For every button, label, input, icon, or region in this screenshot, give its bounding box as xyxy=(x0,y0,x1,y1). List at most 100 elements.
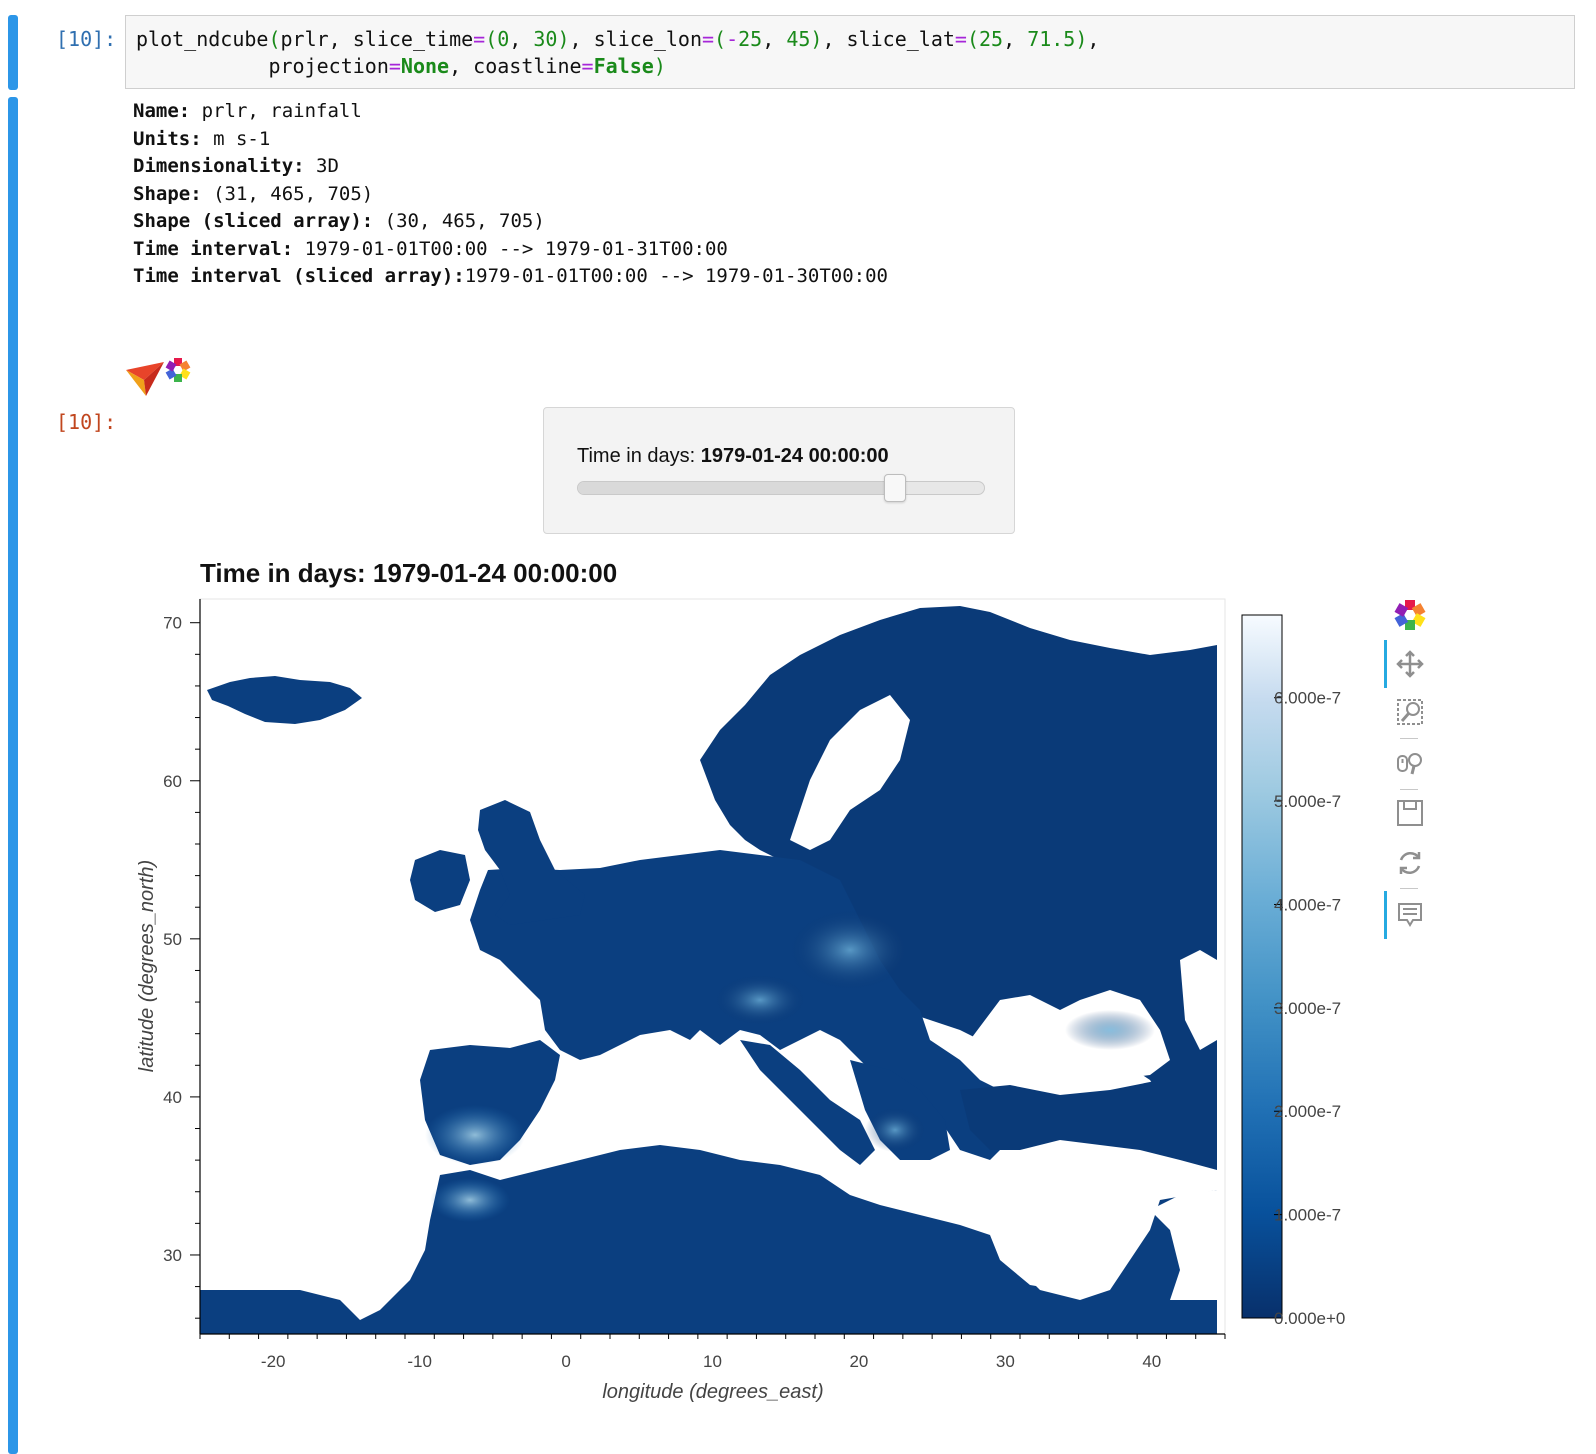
bokeh-logo-icon[interactable] xyxy=(1390,595,1430,635)
pan-icon[interactable] xyxy=(1390,644,1430,684)
land-italy xyxy=(740,1040,875,1165)
land-scandinavia-russia xyxy=(700,606,1217,1170)
code-token: False xyxy=(593,54,654,78)
code-token: = xyxy=(473,27,486,51)
save-icon[interactable] xyxy=(1390,793,1430,833)
x-tick-label: 20 xyxy=(849,1352,868,1371)
code-token: 30 xyxy=(533,27,558,51)
sea-mediterranean xyxy=(560,1075,1140,1290)
precip-hotspot-caucasus xyxy=(1065,1010,1155,1050)
x-axis-label: longitude (degrees_east) xyxy=(602,1381,823,1403)
info-line: Units: m s-1 xyxy=(133,128,270,150)
output-prompt: [10]: xyxy=(56,410,117,434)
slider-handle[interactable] xyxy=(884,474,907,502)
plot-title: Time in days: 1979-01-24 00:00:00 xyxy=(200,558,618,588)
code-token: , slice_lat xyxy=(822,27,955,51)
code-token: = xyxy=(701,27,715,51)
x-tick-label: 40 xyxy=(1142,1352,1161,1371)
x-tick-label: -10 xyxy=(407,1352,432,1371)
info-line: Dimensionality: 3D xyxy=(133,155,339,177)
colorbar-tick-label: 6.000e-7 xyxy=(1274,689,1341,708)
input-prompt: [10]: xyxy=(56,27,117,51)
code-token: 45 xyxy=(786,27,811,51)
x-tick-label: 30 xyxy=(996,1352,1015,1371)
info-key: Shape: xyxy=(133,182,202,205)
code-token: ( xyxy=(268,27,281,51)
slider-title: Time in days: 1979-01-24 00:00:00 xyxy=(577,445,889,468)
y-tick-label: 50 xyxy=(163,930,182,949)
land-iceland xyxy=(207,676,362,724)
code-token: ( xyxy=(966,27,979,51)
sea-black xyxy=(970,990,1170,1085)
slider-label: Time in days: xyxy=(577,445,701,467)
precip-hotspot-alps xyxy=(715,975,805,1025)
code-token: 25 xyxy=(979,27,1004,51)
info-line: Shape (sliced array): (30, 465, 705) xyxy=(133,210,545,232)
colorbar-tick-label: 4.000e-7 xyxy=(1274,895,1341,914)
code-token: ) xyxy=(653,54,666,78)
y-tick-label: 70 xyxy=(163,614,182,633)
y-tick-label: 30 xyxy=(163,1246,182,1265)
y-axis-label: latitude (degrees_north) xyxy=(136,860,158,1072)
slider-track[interactable] xyxy=(577,474,985,502)
code-token: plot_ndcube xyxy=(136,27,269,51)
sea-north xyxy=(540,760,700,870)
code-token: 71.5 xyxy=(1027,27,1076,51)
land-turkey xyxy=(960,1080,1217,1170)
precip-hotspot-greece xyxy=(865,1108,925,1152)
code-token: ) xyxy=(810,27,823,51)
code-token: None xyxy=(400,54,450,78)
code-token: , xyxy=(1087,27,1100,51)
reset-icon[interactable] xyxy=(1390,843,1430,883)
colorbar-tick-label: 1.000e-7 xyxy=(1274,1206,1341,1225)
input-cell-indicator[interactable] xyxy=(8,15,18,90)
colorbar-tick-label: 5.000e-7 xyxy=(1274,792,1341,811)
code-token: 0 xyxy=(497,27,510,51)
code-token: ( xyxy=(485,27,498,51)
box-zoom-icon[interactable] xyxy=(1390,692,1430,732)
plot-area xyxy=(199,598,1226,1335)
precip-hotspot-iberia xyxy=(425,1105,525,1165)
holoviews-logo-icon xyxy=(124,356,166,398)
code-token: 25 xyxy=(738,27,763,51)
land-balkans xyxy=(850,1060,950,1160)
code-token: prlr, slice_time xyxy=(280,27,474,51)
y-axis-ticks: 30 40 50 60 70 xyxy=(163,614,200,1319)
precip-hotspot-morocco xyxy=(430,1178,510,1222)
colorbar-tick-label: 2.000e-7 xyxy=(1274,1102,1341,1121)
code-token: ) xyxy=(1075,27,1088,51)
code-token: projection xyxy=(136,54,389,78)
land-central-europe xyxy=(470,850,1000,1160)
info-line: Name: prlr, rainfall xyxy=(133,100,362,122)
x-tick-label: 0 xyxy=(561,1352,570,1371)
code-line: plot_ndcube(prlr, slice_time=(0, 30), sl… xyxy=(136,27,1099,51)
info-key: Shape (sliced array): xyxy=(133,210,374,232)
code-token: = xyxy=(581,54,594,78)
y-tick-label: 60 xyxy=(163,772,182,791)
code-token: , xyxy=(1003,27,1028,51)
toolbar-separator xyxy=(1400,738,1418,739)
land-ireland xyxy=(410,850,470,912)
sea-baltic xyxy=(790,695,910,850)
precipitation-map xyxy=(200,606,1217,1334)
info-value: (31, 465, 705) xyxy=(201,182,374,205)
output-cell-indicator[interactable] xyxy=(8,97,18,1454)
slider-value: 1979-01-24 00:00:00 xyxy=(700,445,889,467)
code-token: , xyxy=(509,27,534,51)
wheel-zoom-icon[interactable] xyxy=(1390,743,1430,783)
info-line: Shape: (31, 465, 705) xyxy=(133,183,373,205)
info-key: Dimensionality: xyxy=(133,155,305,177)
colorbar-ticks: 0.000e+0 1.000e-7 2.000e-7 3.000e-7 4.000e-7… xyxy=(1274,689,1345,1328)
toolbar-separator xyxy=(1400,888,1418,889)
land-great-britain xyxy=(478,800,585,925)
hover-icon[interactable] xyxy=(1390,894,1430,934)
plot-toolbar xyxy=(1384,595,1434,940)
pan-active-indicator xyxy=(1384,640,1387,688)
colorbar-tick-label: 3.000e-7 xyxy=(1274,999,1341,1018)
code-editor[interactable]: plot_ndcube(prlr, slice_time=(0, 30), sl… xyxy=(125,15,1575,89)
time-slider-panel: Time in days: 1979-01-24 00:00:00 xyxy=(543,407,1015,534)
x-tick-label: 10 xyxy=(703,1352,722,1371)
code-token: ( xyxy=(714,27,727,51)
precip-hotspot-central xyxy=(790,910,910,990)
x-axis-ticks: -20 -10 0 10 20 30 40 xyxy=(199,1334,1226,1371)
